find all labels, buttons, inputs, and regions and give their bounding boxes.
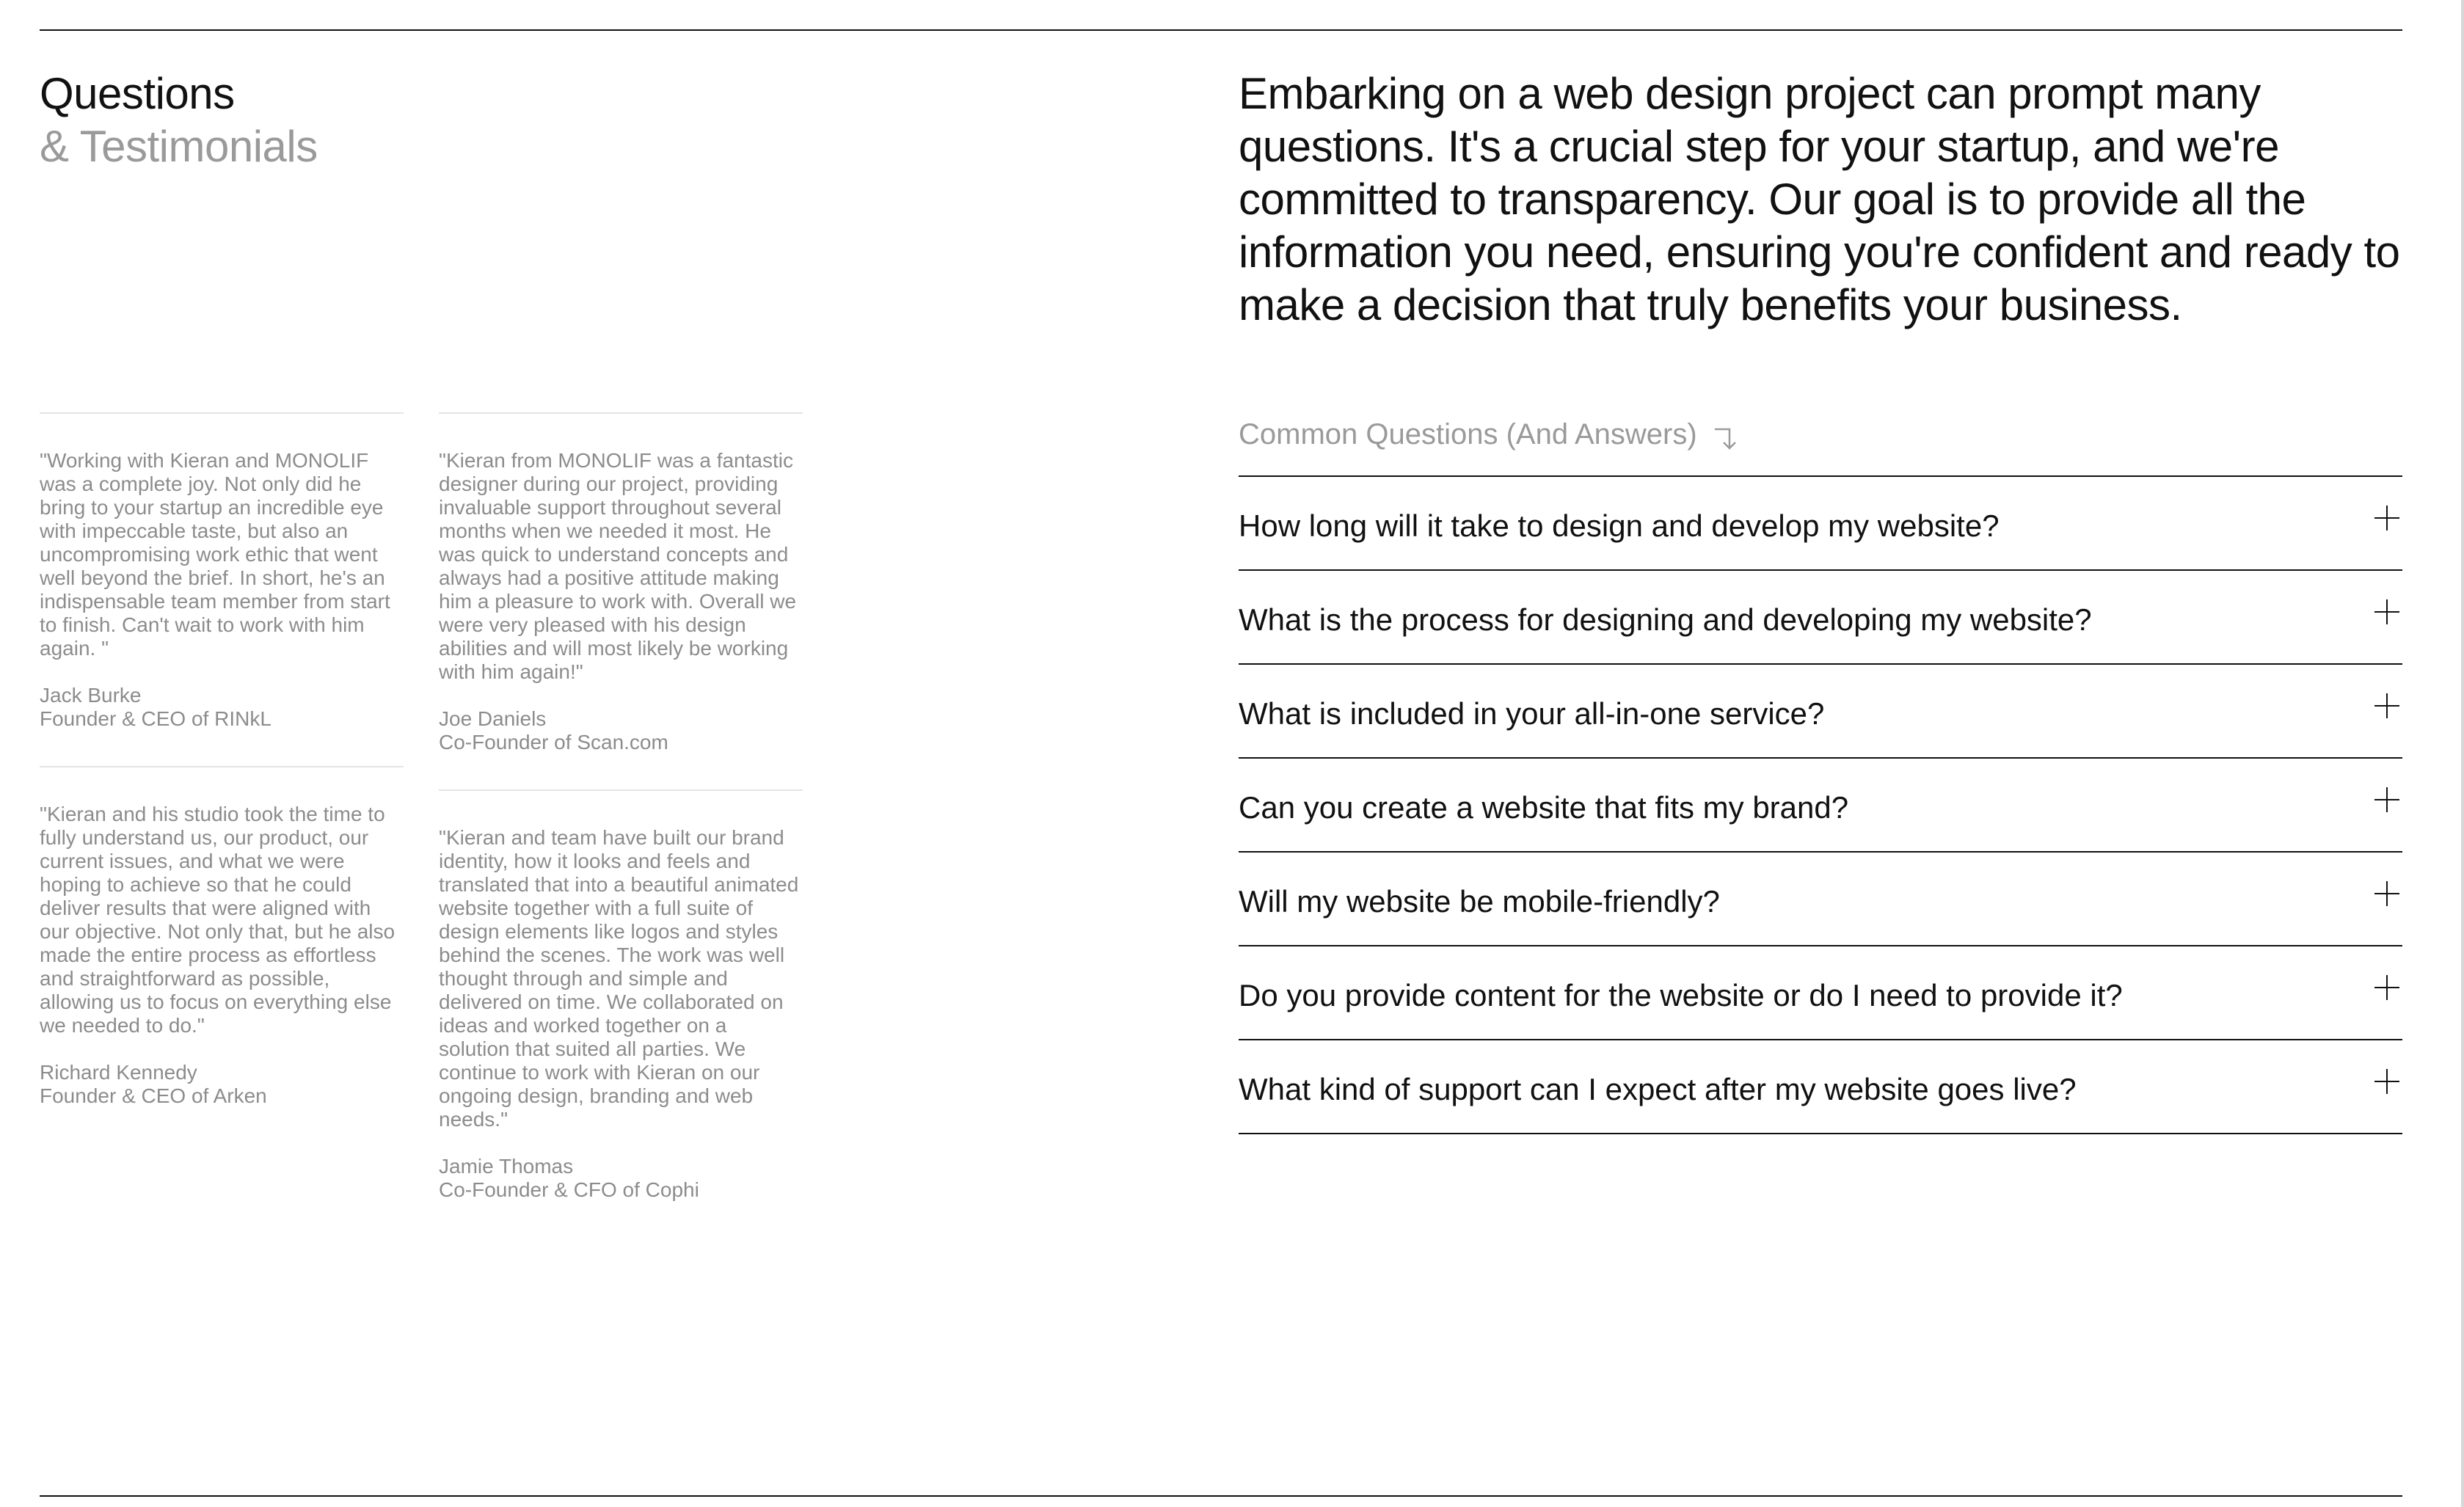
intro-paragraph: Embarking on a web design project can pr… xyxy=(1239,69,2400,329)
testimonial-role: Co-Founder & CFO of Cophi xyxy=(439,1178,699,1201)
plus-icon[interactable] xyxy=(2374,975,2399,1000)
plus-icon[interactable] xyxy=(2374,881,2399,906)
testimonial-card: "Kieran and his studio took the time to … xyxy=(40,766,404,1108)
testimonial-card: "Working with Kieran and MONOLIF was a c… xyxy=(40,412,404,731)
faq-section: Common Questions (And Answers) How long … xyxy=(1239,411,2402,1134)
testimonial-role: Founder & CEO of RINkL xyxy=(40,707,271,730)
testimonial-role: Founder & CEO of Arken xyxy=(40,1084,267,1107)
faq-item[interactable]: Will my website be mobile-friendly? xyxy=(1239,853,2402,946)
testimonial-author: Joe Daniels xyxy=(439,707,547,730)
faq-question: Do you provide content for the website o… xyxy=(1239,978,2123,1012)
faq-item[interactable]: How long will it take to design and deve… xyxy=(1239,477,2402,571)
faq-label: Common Questions (And Answers) xyxy=(1239,411,2402,475)
testimonial-quote: "Working with Kieran and MONOLIF was a c… xyxy=(40,449,390,660)
faq-question: Will my website be mobile-friendly? xyxy=(1239,884,1720,919)
testimonial-author: Jack Burke xyxy=(40,684,142,707)
section-heading: Questions & Testimonials xyxy=(40,67,318,173)
testimonial-author: Jamie Thomas xyxy=(439,1155,574,1178)
testimonial-quote: "Kieran from MONOLIF was a fantastic des… xyxy=(439,449,797,683)
top-divider xyxy=(40,29,2402,31)
plus-icon[interactable] xyxy=(2374,599,2399,624)
testimonial-quote: "Kieran and team have built our brand id… xyxy=(439,826,799,1131)
faq-label-text: Common Questions (And Answers) xyxy=(1239,418,1697,450)
faq-item[interactable]: What is the process for designing and de… xyxy=(1239,571,2402,665)
plus-icon[interactable] xyxy=(2374,506,2399,530)
testimonial-quote: "Kieran and his studio took the time to … xyxy=(40,803,396,1037)
arrow-down-right-icon xyxy=(1710,420,1740,450)
testimonial-card: "Kieran and team have built our brand id… xyxy=(439,789,803,1202)
heading-line-questions: Questions xyxy=(40,69,235,118)
faq-question: What is included in your all-in-one serv… xyxy=(1239,696,1825,731)
testimonial-role: Co-Founder of Scan.com xyxy=(439,731,668,754)
plus-icon[interactable] xyxy=(2374,787,2399,812)
testimonial-card: "Kieran from MONOLIF was a fantastic des… xyxy=(439,412,803,754)
faq-item[interactable]: Do you provide content for the website o… xyxy=(1239,946,2402,1040)
plus-icon[interactable] xyxy=(2374,693,2399,718)
testimonials-column-2: "Kieran from MONOLIF was a fantastic des… xyxy=(439,412,803,1237)
faq-question: How long will it take to design and deve… xyxy=(1239,508,2000,543)
faq-question: What kind of support can I expect after … xyxy=(1239,1072,2077,1106)
plus-icon[interactable] xyxy=(2374,1069,2399,1094)
heading-line-testimonials: & Testimonials xyxy=(40,122,318,171)
faq-question: Can you create a website that fits my br… xyxy=(1239,790,1849,825)
testimonial-author: Richard Kennedy xyxy=(40,1061,197,1084)
bottom-divider xyxy=(40,1495,2402,1497)
testimonials-column-1: "Working with Kieran and MONOLIF was a c… xyxy=(40,412,404,1237)
faq-item[interactable]: What is included in your all-in-one serv… xyxy=(1239,665,2402,759)
faq-item[interactable]: What kind of support can I expect after … xyxy=(1239,1040,2402,1134)
faq-question: What is the process for designing and de… xyxy=(1239,602,2092,637)
scrollbar[interactable] xyxy=(2461,0,2464,1507)
testimonials-grid: "Working with Kieran and MONOLIF was a c… xyxy=(40,412,803,1237)
faq-item[interactable]: Can you create a website that fits my br… xyxy=(1239,759,2402,853)
faq-list: How long will it take to design and deve… xyxy=(1239,475,2402,1134)
